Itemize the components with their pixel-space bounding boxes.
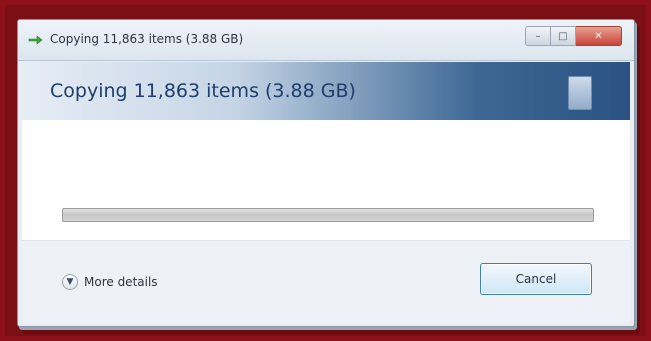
dialog-footer: ▼ More details Cancel [22,240,630,323]
copy-progress-bar [62,208,594,222]
copy-arrow-icon [28,35,43,45]
more-details-toggle[interactable]: ▼ More details [62,271,158,293]
maximize-icon: □ [558,30,568,42]
titlebar[interactable]: Copying 11,863 items (3.88 GB) – □ ✕ [18,20,634,61]
window-title: Copying 11,863 items (3.88 GB) [50,32,244,46]
maximize-button[interactable]: □ [551,26,576,46]
dialog-header: Copying 11,863 items (3.88 GB) [22,62,630,120]
caption-buttons: – □ ✕ [525,26,622,48]
copy-dialog-window: Copying 11,863 items (3.88 GB) – □ ✕ Cop… [17,19,635,327]
minimize-button[interactable]: – [525,26,551,46]
dialog-content [22,120,630,240]
close-icon: ✕ [594,30,603,42]
chevron-down-icon: ▼ [62,274,78,290]
file-copy-animation-icon [568,76,592,110]
dialog-heading: Copying 11,863 items (3.88 GB) [50,80,356,102]
close-button[interactable]: ✕ [576,26,622,46]
minimize-icon: – [535,30,541,42]
more-details-label: More details [84,275,158,289]
cancel-button[interactable]: Cancel [480,263,592,295]
